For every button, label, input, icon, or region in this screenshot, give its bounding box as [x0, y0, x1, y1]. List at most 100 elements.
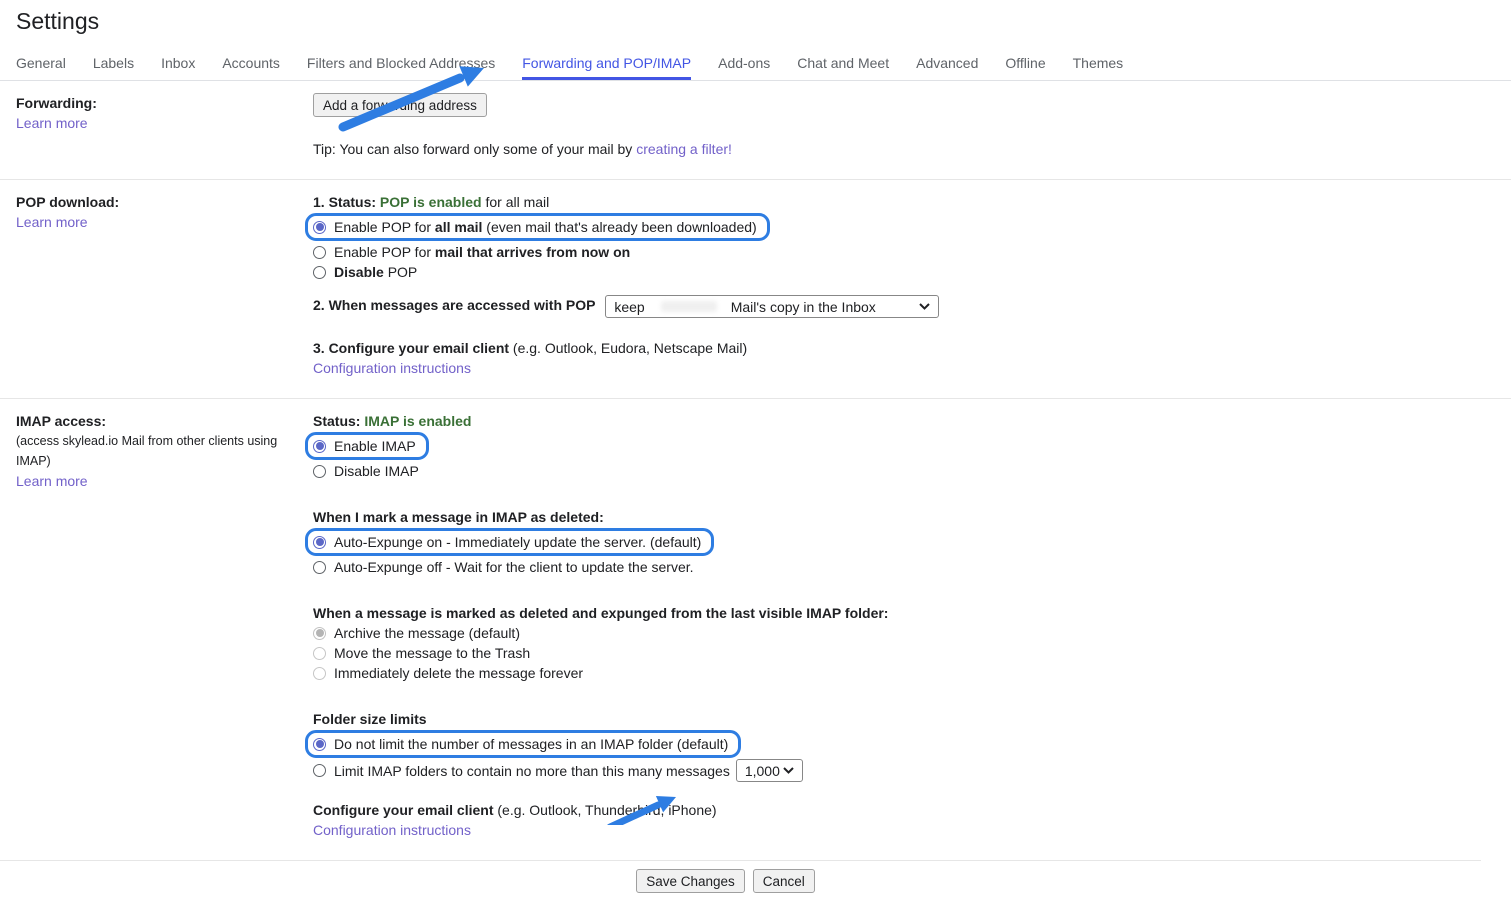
page-title: Settings	[0, 0, 1511, 48]
radio-label: Archive the message (default)	[334, 623, 520, 643]
tab-inbox[interactable]: Inbox	[161, 55, 195, 80]
pop-download-label: POP download:	[16, 192, 313, 212]
pop-status-value: POP is enabled	[380, 194, 482, 210]
cancel-button[interactable]: Cancel	[753, 869, 815, 893]
radio-option-enable-pop-from-now-on[interactable]: Enable POP for mail that arrives from no…	[313, 242, 1495, 262]
tab-offline[interactable]: Offline	[1005, 55, 1045, 80]
imap-configuration-instructions-link[interactable]: Configuration instructions	[313, 820, 471, 840]
radio-icon	[313, 246, 326, 259]
pop-status-suffix: for all mail	[482, 194, 550, 210]
creating-a-filter-link[interactable]: creating a filter!	[636, 139, 732, 159]
radio-option-archive-message: Archive the message (default)	[313, 623, 1495, 643]
pop-access-dropdown[interactable]: keep Mail's copy in the Inbox	[605, 295, 939, 318]
settings-page: Settings General Labels Inbox Accounts F…	[0, 0, 1511, 901]
radio-label: Auto-Expunge on - Immediately update the…	[334, 532, 701, 552]
radio-option-enable-imap[interactable]: Enable IMAP	[313, 436, 416, 456]
forwarding-section: Forwarding: Learn more Add a forwarding …	[0, 81, 1511, 179]
radio-option-delete-forever: Immediately delete the message forever	[313, 663, 1495, 683]
forwarding-tip: Tip: You can also forward only some of y…	[313, 139, 1495, 159]
radio-label: Auto-Expunge off - Wait for the client t…	[334, 557, 694, 577]
pop-configure-bold: 3. Configure your email client	[313, 340, 509, 356]
radio-option-do-not-limit[interactable]: Do not limit the number of messages in a…	[313, 734, 728, 754]
radio-option-enable-pop-all-mail[interactable]: Enable POP for all mail (even mail that'…	[313, 217, 757, 237]
radio-label: Enable POP for mail that arrives from no…	[334, 242, 630, 262]
settings-tab-bar: General Labels Inbox Accounts Filters an…	[0, 48, 1511, 81]
tab-forwarding-and-pop-imap[interactable]: Forwarding and POP/IMAP	[522, 55, 691, 80]
forwarding-section-content: Add a forwarding address Tip: You can al…	[313, 93, 1495, 159]
annotation-highlight-pop-enable-all: Enable POP for all mail (even mail that'…	[313, 212, 1495, 242]
radio-selected-icon	[313, 738, 326, 751]
tab-themes[interactable]: Themes	[1073, 55, 1124, 80]
imap-expunge-heading: When I mark a message in IMAP as deleted…	[313, 507, 1495, 527]
pop-access-row: 2. When messages are accessed with POP k…	[313, 295, 1495, 318]
dropdown-chevron-icon	[919, 303, 930, 310]
radio-label: Enable POP for all mail (even mail that'…	[334, 217, 757, 237]
imap-folder-limit-dropdown[interactable]: 1,000	[736, 759, 803, 782]
radio-option-auto-expunge-off[interactable]: Auto-Expunge off - Wait for the client t…	[313, 557, 1495, 577]
add-forwarding-address-button[interactable]: Add a forwarding address	[313, 93, 487, 117]
radio-label: Enable IMAP	[334, 436, 416, 456]
imap-section-content: Status: IMAP is enabled Enable IMAP Disa…	[313, 411, 1495, 840]
imap-section-labels: IMAP access: (access skylead.io Mail fro…	[16, 411, 313, 840]
radio-icon	[313, 561, 326, 574]
pop-configure-rest: (e.g. Outlook, Eudora, Netscape Mail)	[509, 340, 747, 356]
imap-learn-more-link[interactable]: Learn more	[16, 471, 88, 491]
forwarding-section-labels: Forwarding: Learn more	[16, 93, 313, 159]
imap-status-line: Status: IMAP is enabled	[313, 411, 1495, 431]
radio-option-limit-imap-folders[interactable]: Limit IMAP folders to contain no more th…	[313, 759, 1495, 782]
dropdown-chevron-icon	[783, 767, 794, 774]
imap-access-section: IMAP access: (access skylead.io Mail fro…	[0, 398, 1511, 860]
settings-footer: Save Changes Cancel	[0, 860, 1481, 901]
pop-configuration-instructions-link[interactable]: Configuration instructions	[313, 358, 471, 378]
radio-selected-icon	[313, 536, 326, 549]
radio-icon	[313, 465, 326, 478]
pop-section-labels: POP download: Learn more	[16, 192, 313, 378]
pop-learn-more-link[interactable]: Learn more	[16, 212, 88, 232]
imap-configure-bold: Configure your email client	[313, 802, 493, 818]
tab-accounts[interactable]: Accounts	[222, 55, 280, 80]
radio-label: Do not limit the number of messages in a…	[334, 734, 728, 754]
radio-option-disable-pop[interactable]: Disable POP	[313, 262, 1495, 282]
tab-chat-and-meet[interactable]: Chat and Meet	[797, 55, 889, 80]
pop-status-line: 1. Status: POP is enabled for all mail	[313, 192, 1495, 212]
radio-selected-icon	[313, 440, 326, 453]
radio-option-move-to-trash: Move the message to the Trash	[313, 643, 1495, 663]
tab-advanced[interactable]: Advanced	[916, 55, 978, 80]
radio-label: Disable IMAP	[334, 461, 419, 481]
radio-label: Immediately delete the message forever	[334, 663, 583, 683]
pop-download-section: POP download: Learn more 1. Status: POP …	[0, 179, 1511, 398]
annotation-highlight-auto-expunge-on: Auto-Expunge on - Immediately update the…	[313, 527, 1495, 557]
radio-selected-icon	[313, 221, 326, 234]
annotation-highlight-do-not-limit: Do not limit the number of messages in a…	[313, 729, 1495, 759]
imap-folder-limit-value: 1,000	[745, 761, 780, 781]
imap-access-sublabel: (access skylead.io Mail from other clien…	[16, 431, 313, 471]
radio-disabled-icon	[313, 647, 326, 660]
imap-folder-size-heading: Folder size limits	[313, 709, 1495, 729]
imap-status-value: IMAP is enabled	[364, 413, 471, 429]
save-changes-button[interactable]: Save Changes	[636, 869, 745, 893]
forwarding-label: Forwarding:	[16, 93, 313, 113]
imap-status-prefix: Status:	[313, 413, 364, 429]
imap-configure-line: Configure your email client (e.g. Outloo…	[313, 800, 1495, 820]
radio-label: Limit IMAP folders to contain no more th…	[334, 761, 730, 781]
pop-access-dropdown-prefix: keep	[614, 297, 644, 317]
annotation-highlight-enable-imap: Enable IMAP	[313, 431, 1495, 461]
radio-label: Disable POP	[334, 262, 417, 282]
pop-access-label: 2. When messages are accessed with POP	[313, 297, 595, 313]
pop-access-dropdown-suffix: Mail's copy in the Inbox	[731, 297, 876, 317]
radio-option-disable-imap[interactable]: Disable IMAP	[313, 461, 1495, 481]
forwarding-tip-text: Tip: You can also forward only some of y…	[313, 141, 636, 157]
tab-filters-and-blocked-addresses[interactable]: Filters and Blocked Addresses	[307, 55, 495, 80]
radio-icon	[313, 266, 326, 279]
radio-icon	[313, 764, 326, 777]
pop-section-content: 1. Status: POP is enabled for all mail E…	[313, 192, 1495, 378]
imap-delete-heading: When a message is marked as deleted and …	[313, 603, 1495, 623]
imap-configure-rest: (e.g. Outlook, Thunderbird, iPhone)	[493, 802, 716, 818]
forwarding-learn-more-link[interactable]: Learn more	[16, 113, 88, 133]
pop-configure-line: 3. Configure your email client (e.g. Out…	[313, 338, 1495, 358]
tab-add-ons[interactable]: Add-ons	[718, 55, 770, 80]
tab-labels[interactable]: Labels	[93, 55, 134, 80]
tab-general[interactable]: General	[16, 55, 66, 80]
radio-option-auto-expunge-on[interactable]: Auto-Expunge on - Immediately update the…	[313, 532, 701, 552]
radio-label: Move the message to the Trash	[334, 643, 530, 663]
